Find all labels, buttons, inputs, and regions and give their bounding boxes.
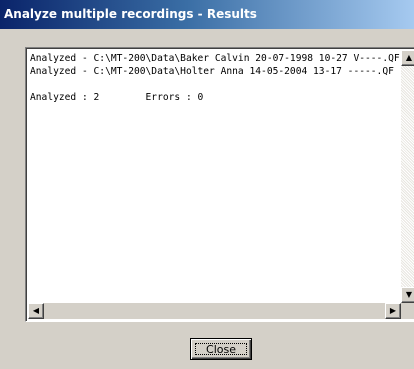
- title-bar[interactable]: Analyze multiple recordings - Results: [0, 0, 414, 29]
- arrow-right-icon[interactable]: ▶: [385, 303, 401, 319]
- horizontal-scrollbar[interactable]: ◀ ▶: [28, 303, 401, 319]
- results-text-area[interactable]: Analyzed - C:\MT-200\Data\Baker Calvin 2…: [28, 50, 400, 303]
- close-button-label: Close: [206, 342, 236, 356]
- arrow-left-icon[interactable]: ◀: [28, 303, 44, 319]
- result-line-2: Analyzed - C:\MT-200\Data\Holter Anna 14…: [30, 66, 394, 77]
- close-button[interactable]: Close: [190, 338, 252, 360]
- vertical-scrollbar[interactable]: ▲ ▼: [401, 50, 414, 303]
- results-textbox[interactable]: Analyzed - C:\MT-200\Data\Baker Calvin 2…: [25, 47, 414, 322]
- scrollbar-corner: [401, 303, 414, 319]
- summary-line: Analyzed : 2 Errors : 0: [30, 92, 204, 103]
- arrow-up-icon[interactable]: ▲: [401, 50, 414, 66]
- window-title: Analyze multiple recordings - Results: [4, 7, 257, 21]
- arrow-down-icon[interactable]: ▼: [401, 287, 414, 303]
- results-dialog: Analyze multiple recordings - Results An…: [0, 0, 414, 369]
- result-line-1: Analyzed - C:\MT-200\Data\Baker Calvin 2…: [30, 53, 400, 64]
